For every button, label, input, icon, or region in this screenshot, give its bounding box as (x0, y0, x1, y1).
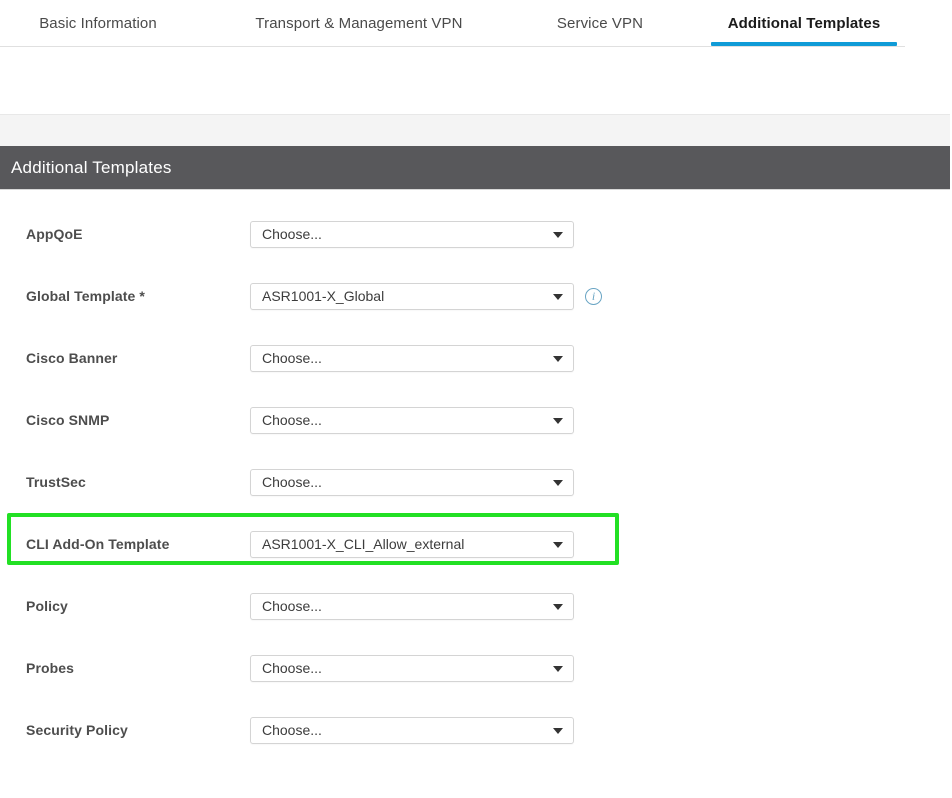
content-spacer (0, 47, 952, 114)
field-label-security-policy: Security Policy (26, 722, 128, 738)
active-tab-underline (711, 42, 897, 46)
field-label-policy: Policy (26, 598, 68, 614)
field-label-cisco-snmp: Cisco SNMP (26, 412, 110, 428)
form-row-security-policy: Security Policy Choose... (0, 699, 952, 761)
section-header: Additional Templates (0, 146, 950, 190)
dropdown-global-template[interactable]: ASR1001-X_Global (250, 282, 574, 310)
info-icon[interactable]: i (585, 287, 602, 305)
dropdown-value: Choose... (262, 226, 322, 242)
additional-templates-form: AppQoE Choose... Global Template * ASR1001-… (0, 190, 952, 761)
form-row-cli-add-on-template: CLI Add-On Template ASR1001-X_CLI_Allow_e… (0, 513, 952, 575)
field-label-trustsec: TrustSec (26, 474, 86, 490)
dropdown-security-policy[interactable]: Choose... (250, 716, 574, 744)
dropdown-cisco-snmp[interactable]: Choose... (250, 406, 574, 434)
field-label-probes: Probes (26, 660, 75, 676)
dropdown-value: Choose... (262, 660, 322, 676)
dropdown-value: Choose... (262, 474, 322, 490)
form-row-cisco-snmp: Cisco SNMP Choose... (0, 389, 952, 451)
tab-label: Basic Information (39, 14, 157, 32)
dropdown-value: Choose... (262, 412, 322, 428)
tab-label: Service VPN (556, 14, 644, 32)
chevron-down-icon[interactable] (553, 542, 563, 548)
form-row-global-template: Global Template * ASR1001-X_Global i (0, 265, 952, 327)
section-title: Additional Templates (11, 157, 172, 177)
dropdown-value: Choose... (262, 722, 322, 738)
field-label-cisco-banner: Cisco Banner (26, 350, 118, 366)
dropdown-appqoe[interactable]: Choose... (250, 220, 574, 248)
dropdown-cli-add-on-template[interactable]: ASR1001-X_CLI_Allow_external (250, 530, 574, 558)
tab-bar: Basic Information Transport & Management … (0, 0, 905, 47)
field-label-appqoe: AppQoE (26, 226, 83, 242)
tab-transport-management-vpn[interactable]: Transport & Management VPN (228, 0, 490, 46)
chevron-down-icon[interactable] (553, 666, 563, 672)
form-row-trustsec: TrustSec Choose... (0, 451, 952, 513)
dropdown-value: ASR1001-X_Global (262, 288, 385, 304)
dropdown-trustsec[interactable]: Choose... (250, 468, 574, 496)
dropdown-policy[interactable]: Choose... (250, 592, 574, 620)
tab-label: Additional Templates (727, 14, 881, 32)
chevron-down-icon[interactable] (553, 728, 563, 734)
tab-additional-templates[interactable]: Additional Templates (711, 0, 897, 46)
chevron-down-icon[interactable] (553, 232, 563, 238)
toolbar-band (0, 114, 950, 146)
tab-label: Transport & Management VPN (255, 14, 463, 32)
chevron-down-icon[interactable] (553, 294, 563, 300)
tab-service-vpn[interactable]: Service VPN (530, 0, 670, 46)
dropdown-value: Choose... (262, 598, 322, 614)
form-row-probes: Probes Choose... (0, 637, 952, 699)
dropdown-cisco-banner[interactable]: Choose... (250, 344, 574, 372)
dropdown-value: ASR1001-X_CLI_Allow_external (262, 536, 465, 552)
dropdown-probes[interactable]: Choose... (250, 654, 574, 682)
field-label-global-template: Global Template * (26, 288, 145, 304)
chevron-down-icon[interactable] (553, 418, 563, 424)
form-row-policy: Policy Choose... (0, 575, 952, 637)
chevron-down-icon[interactable] (553, 480, 563, 486)
chevron-down-icon[interactable] (553, 604, 563, 610)
form-row-appqoe: AppQoE Choose... (0, 203, 952, 265)
field-label-cli-add-on-template: CLI Add-On Template (26, 536, 170, 552)
tab-basic-information[interactable]: Basic Information (10, 0, 186, 46)
chevron-down-icon[interactable] (553, 356, 563, 362)
form-row-cisco-banner: Cisco Banner Choose... (0, 327, 952, 389)
dropdown-value: Choose... (262, 350, 322, 366)
